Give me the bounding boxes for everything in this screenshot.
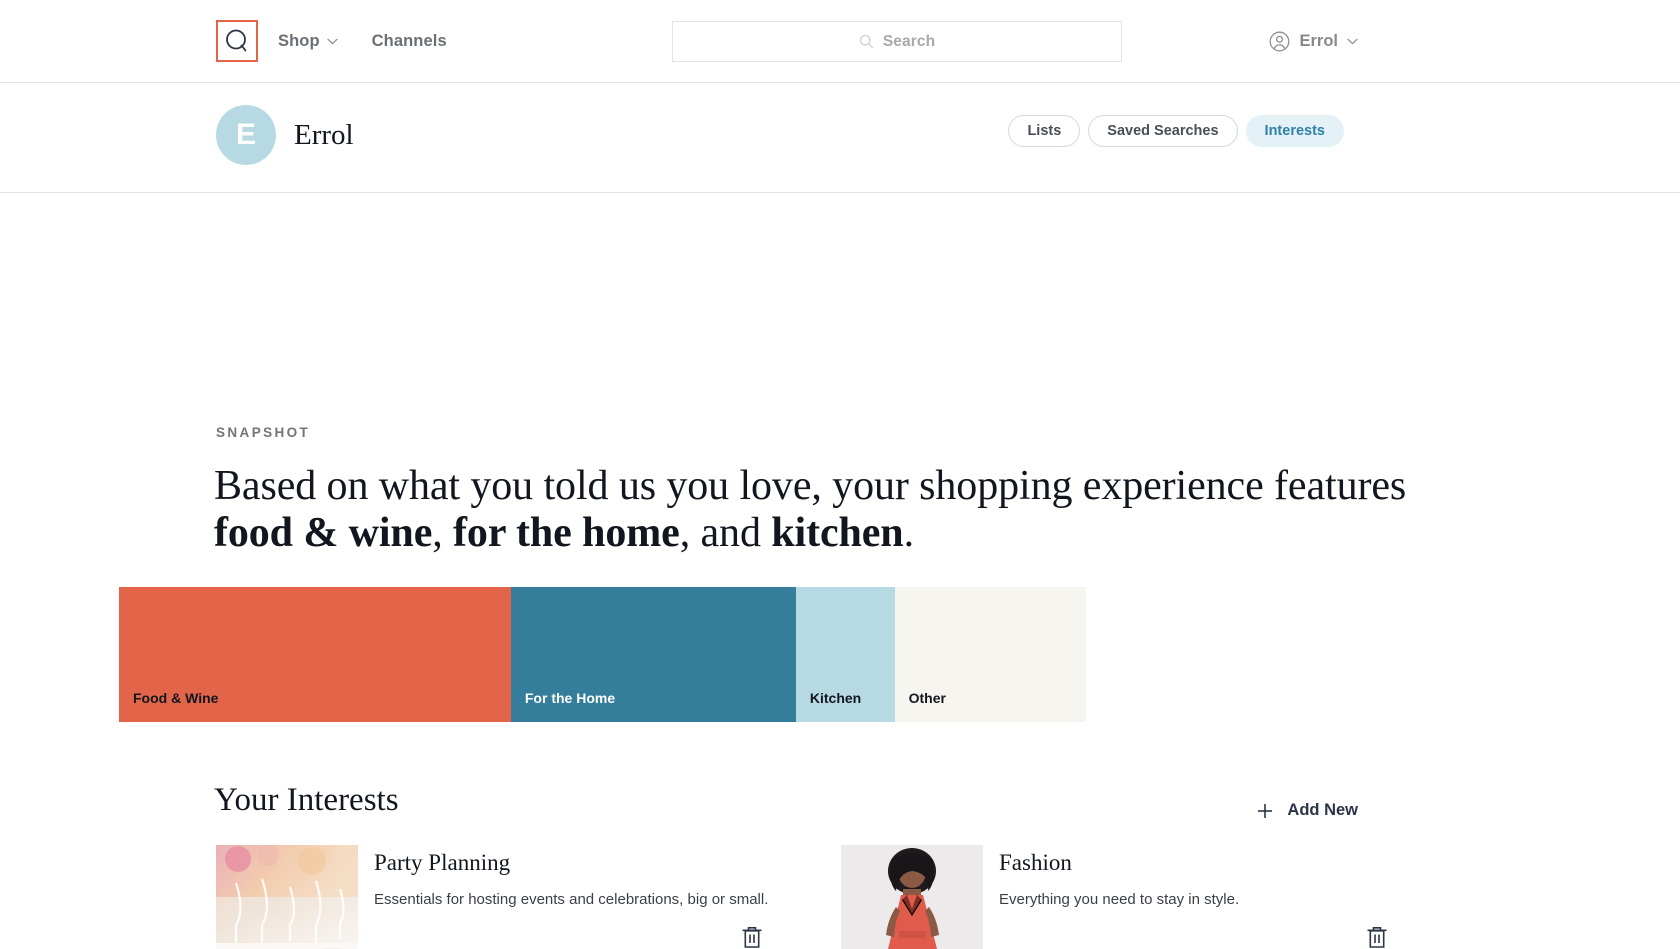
search-placeholder: Search (882, 32, 936, 50)
profile-header-bar: E Errol Lists Saved Searches Interests (0, 83, 1680, 193)
bar-segment-for-the-home[interactable]: For the Home (510, 587, 796, 722)
q-logo-icon (224, 28, 250, 54)
bar-segment-label: Kitchen (809, 690, 862, 706)
user-account-name: Errol (1299, 32, 1338, 50)
headline-emphasis: food & wine (214, 510, 433, 557)
bar-segment-label: Food & Wine (133, 690, 219, 706)
add-new-interest-button[interactable]: Add New (1257, 801, 1358, 820)
chevron-down-icon (1347, 38, 1358, 45)
interests-list: Party Planning Essentials for hosting ev… (216, 845, 1466, 949)
your-interests-heading: Your Interests (214, 782, 399, 818)
interest-title: Party Planning (374, 850, 511, 875)
avatar: E (216, 105, 276, 165)
top-navigation-bar: Shop Channels Search Errol (0, 0, 1680, 83)
search-icon (859, 34, 874, 49)
list-item[interactable]: Fashion Everything you need to stay in s… (841, 845, 1466, 949)
headline-emphasis: for the home (453, 510, 680, 557)
trash-icon (741, 925, 763, 949)
user-account-menu[interactable]: Errol (1269, 0, 1358, 83)
nav-item-channels[interactable]: Channels (372, 32, 447, 51)
headline-text: . (903, 510, 915, 557)
headline-emphasis: kitchen (771, 510, 904, 557)
search-input[interactable]: Search (672, 21, 1122, 62)
nav-item-channels-label: Channels (371, 32, 447, 50)
nav-item-shop[interactable]: Shop (278, 32, 338, 51)
chevron-down-icon (327, 38, 338, 45)
snapshot-kicker: SNAPSHOT (216, 425, 311, 440)
tab-saved-searches-label: Saved Searches (1107, 123, 1219, 139)
list-item[interactable]: Party Planning Essentials for hosting ev… (216, 845, 841, 949)
trash-icon (1366, 925, 1388, 949)
interest-description: Everything you need to stay in style. (999, 891, 1240, 909)
bar-segment-food-wine[interactable]: Food & Wine (119, 587, 511, 722)
plus-icon (1257, 803, 1273, 819)
party-table-setting-photo (216, 845, 358, 949)
tab-interests[interactable]: Interests (1245, 115, 1344, 147)
bar-segment-label: For the Home (524, 690, 616, 706)
interest-title: Fashion (999, 850, 1072, 875)
delete-interest-button[interactable] (741, 925, 763, 949)
site-logo-button[interactable] (216, 20, 258, 62)
tab-lists[interactable]: Lists (1008, 115, 1081, 147)
headline-text: , and (679, 510, 772, 557)
snapshot-headline: Based on what you told us you love, your… (214, 463, 1444, 557)
interests-snapshot-bar-chart: Food & Wine For the Home Kitchen Other (119, 587, 1086, 722)
primary-nav-links: Shop Channels (278, 0, 447, 83)
headline-text: , (432, 510, 454, 557)
tab-interests-label: Interests (1264, 123, 1325, 139)
page-title: Errol (294, 119, 354, 151)
page-root: Shop Channels Search Errol E Errol Lists… (0, 0, 1680, 949)
profile-tabs: Lists Saved Searches Interests (1008, 115, 1344, 147)
bar-segment-label: Other (908, 690, 946, 706)
nav-item-shop-label: Shop (278, 32, 320, 50)
tab-saved-searches[interactable]: Saved Searches (1088, 115, 1238, 147)
add-new-label: Add New (1287, 801, 1358, 819)
interest-description: Essentials for hosting events and celebr… (374, 891, 769, 909)
tab-lists-label: Lists (1027, 123, 1062, 139)
headline-text: Based on what you told us you love, your… (214, 463, 1407, 509)
model-in-coral-dress-photo (841, 845, 983, 949)
bar-segment-other[interactable]: Other (894, 587, 1086, 722)
bar-segment-kitchen[interactable]: Kitchen (795, 587, 895, 722)
interest-card-body: Party Planning Essentials for hosting ev… (358, 845, 841, 949)
interest-card-body: Fashion Everything you need to stay in s… (983, 845, 1466, 949)
user-circle-icon (1269, 31, 1290, 52)
delete-interest-button[interactable] (1366, 925, 1388, 949)
